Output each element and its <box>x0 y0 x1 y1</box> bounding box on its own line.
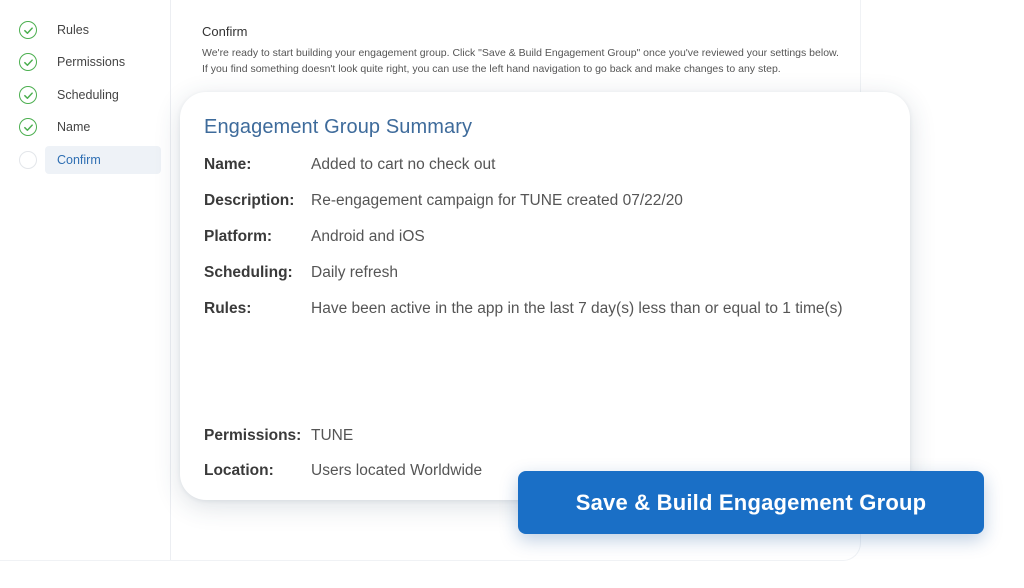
summary-key: Permissions: <box>204 427 302 444</box>
summary-key: Scheduling: <box>204 264 293 281</box>
summary-key: Description: <box>204 192 295 209</box>
check-circle-icon <box>19 118 37 136</box>
summary-value: Android and iOS <box>311 228 425 245</box>
summary-value: Daily refresh <box>311 264 398 281</box>
sidebar-item-name[interactable]: Name <box>14 113 160 141</box>
sidebar-item-confirm[interactable]: Confirm <box>14 146 161 174</box>
check-circle-icon <box>19 86 37 104</box>
intro-text: We're ready to start building your engag… <box>202 47 839 75</box>
check-circle-icon <box>19 21 37 39</box>
empty-circle-icon <box>19 151 37 169</box>
check-circle-icon <box>19 53 37 71</box>
sidebar-item-permissions[interactable]: Permissions <box>14 48 160 76</box>
summary-title: Engagement Group Summary <box>204 116 473 138</box>
summary-value: Re-engagement campaign for TUNE created … <box>311 192 683 209</box>
sidebar-item-label: Scheduling <box>57 88 119 102</box>
sidebar-item-rules[interactable]: Rules <box>14 16 160 44</box>
page-title: Confirm <box>202 24 248 39</box>
summary-key: Name: <box>204 156 252 173</box>
sidebar-item-label: Permissions <box>57 55 126 69</box>
summary-key: Rules: <box>204 300 252 317</box>
sidebar-item-label: Rules <box>57 23 89 37</box>
summary-value: TUNE <box>311 427 354 444</box>
summary-key: Platform: <box>204 228 273 245</box>
summary-value: Added to cart no check out <box>311 156 496 173</box>
summary-value: Have been active in the app in the last … <box>311 300 843 317</box>
save-build-button[interactable]: Save & Build Engagement Group <box>518 471 984 534</box>
sidebar-item-label: Name <box>57 120 91 134</box>
steps-sidebar: Rules Permissions Scheduling Name Confir… <box>0 0 171 560</box>
sidebar-item-label: Confirm <box>57 153 101 167</box>
summary-value: Users located Worldwide <box>311 462 483 479</box>
sidebar-item-scheduling[interactable]: Scheduling <box>14 81 160 109</box>
summary-card: Engagement Group Summary Name: Added to … <box>180 92 910 500</box>
summary-key: Location: <box>204 462 274 479</box>
